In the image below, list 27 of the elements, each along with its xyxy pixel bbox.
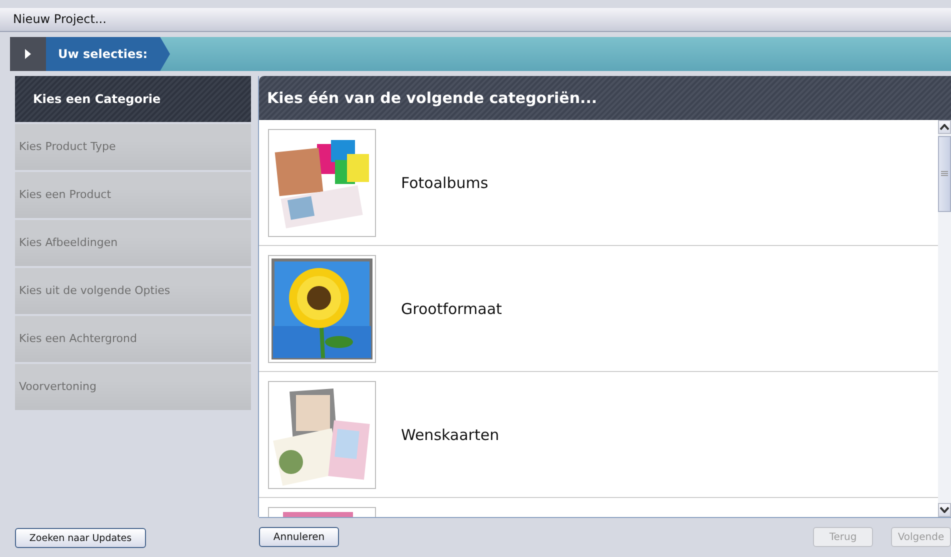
chevron-up-icon (940, 124, 949, 130)
category-item[interactable]: Grootformaat (259, 246, 938, 372)
grip-icon (941, 171, 948, 177)
step-item[interactable]: Voorvertoning (15, 364, 251, 410)
category-item[interactable]: Wenskaarten (259, 372, 938, 498)
category-item[interactable]: Fotoalbums (259, 120, 938, 246)
step-item[interactable]: Kies een Product (15, 172, 251, 218)
cancel-button[interactable]: Annuleren (259, 527, 339, 547)
step-item[interactable]: Kies een Achtergrond (15, 316, 251, 362)
panel-title: Kies één van de volgende categoriën... (259, 76, 951, 120)
chevron-down-icon (940, 507, 949, 513)
selection-label: Uw selecties: (46, 37, 170, 71)
category-label: Wenskaarten (401, 426, 500, 444)
step-item[interactable]: Kies Afbeeldingen (15, 220, 251, 266)
step-item[interactable]: Kies uit de volgende Opties (15, 268, 251, 314)
scroll-up-button[interactable] (938, 120, 951, 134)
scroll-down-button[interactable] (938, 503, 951, 517)
scroll-thumb[interactable] (938, 136, 951, 212)
updates-button[interactable]: Zoeken naar Updates (15, 528, 146, 548)
step-item[interactable]: Kies een Categorie (15, 76, 251, 122)
scrollbar[interactable] (938, 120, 951, 517)
expand-button[interactable] (10, 37, 46, 71)
play-icon (24, 48, 32, 60)
step-item[interactable]: Kies Product Type (15, 124, 251, 170)
category-label: Fotoalbums (401, 174, 488, 192)
category-label: Grootformaat (401, 300, 502, 318)
window-title: Nieuw Project... (0, 8, 951, 32)
